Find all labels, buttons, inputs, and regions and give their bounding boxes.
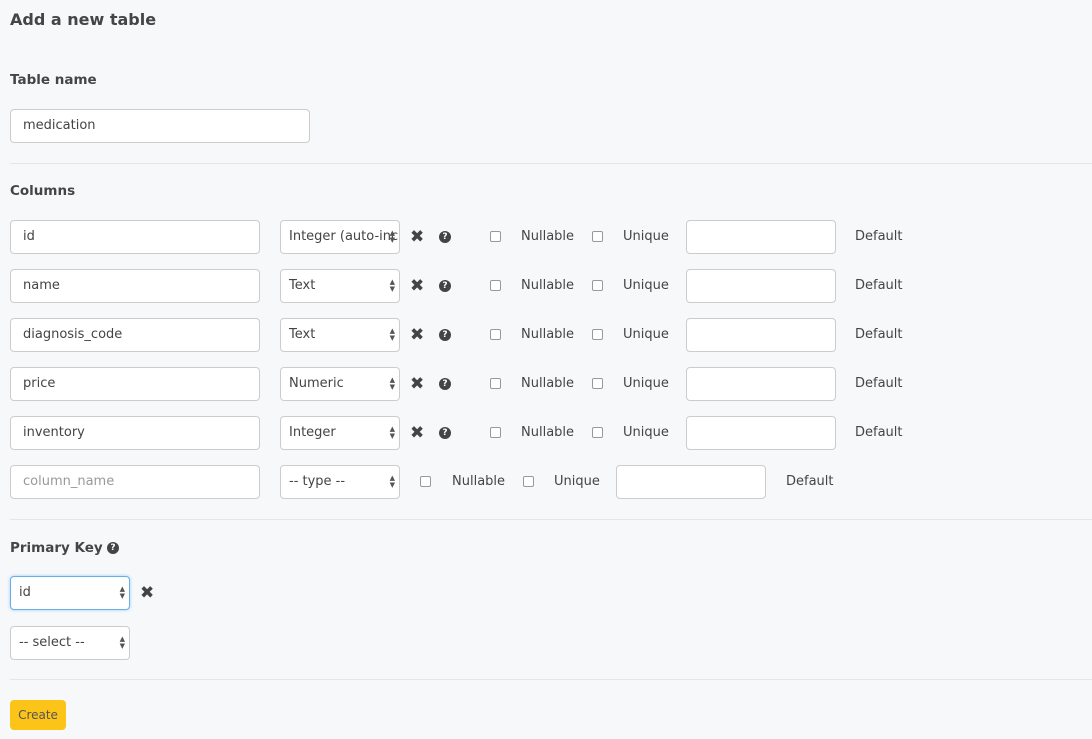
default-label: Default — [855, 376, 903, 391]
divider — [10, 679, 1092, 680]
unique-label: Unique — [623, 376, 669, 391]
select-arrows-icon: ▲ ▼ — [389, 425, 395, 440]
default-label: Default — [855, 327, 903, 342]
nullable-label: Nullable — [521, 327, 575, 342]
select-arrows-icon: ▲ ▼ — [389, 376, 395, 391]
default-input[interactable] — [686, 220, 836, 254]
nullable-label: Nullable — [521, 425, 575, 440]
nullable-label: Nullable — [521, 278, 575, 293]
type-select-value: Text — [289, 278, 316, 293]
column-name-input[interactable]: inventory — [10, 416, 260, 450]
column-type-select[interactable]: Integer (auto-increment)▲▼ — [280, 220, 400, 254]
default-input[interactable] — [686, 269, 836, 303]
default-label: Default — [855, 425, 903, 440]
select-placeholder: -- select -- — [19, 635, 85, 650]
nullable-checkbox[interactable] — [490, 427, 501, 438]
column-type-select[interactable]: Numeric ▲ ▼ — [280, 367, 400, 401]
divider — [10, 519, 1092, 520]
new-column-name-input[interactable]: column_name — [10, 465, 260, 499]
type-select-value: Integer — [289, 425, 336, 440]
nullable-label: Nullable — [521, 376, 575, 391]
default-label: Default — [855, 278, 903, 293]
default-input[interactable] — [686, 367, 836, 401]
add-primary-key-select[interactable]: -- select -- ▲ ▼ — [10, 626, 130, 660]
column-name-input[interactable]: price — [10, 367, 260, 401]
nullable-checkbox[interactable] — [490, 231, 501, 242]
type-select-value: Text — [289, 327, 316, 342]
default-label: Default — [855, 229, 903, 244]
unique-checkbox[interactable] — [592, 280, 603, 291]
help-icon[interactable]: ? — [439, 378, 451, 390]
page-title: Add a new table — [10, 10, 157, 29]
new-unique-checkbox[interactable] — [523, 476, 534, 487]
help-icon[interactable]: ? — [439, 231, 451, 243]
remove-primary-key-icon[interactable]: ✖ — [140, 585, 154, 602]
primary-key-value: id — [19, 585, 31, 600]
table-name-label: Table name — [10, 72, 97, 88]
column-type-select[interactable]: Integer ▲ ▼ — [280, 416, 400, 450]
select-arrows-icon: ▲ ▼ — [389, 229, 395, 244]
create-button[interactable]: Create — [10, 700, 66, 730]
new-nullable-checkbox[interactable] — [420, 476, 431, 487]
default-input[interactable] — [686, 416, 836, 450]
default-label: Default — [786, 474, 834, 489]
remove-column-icon[interactable]: ✖ — [410, 278, 424, 295]
select-arrows-icon: ▲ ▼ — [389, 474, 395, 489]
new-default-input[interactable] — [616, 465, 766, 499]
nullable-checkbox[interactable] — [490, 378, 501, 389]
primary-key-select[interactable]: id ▲ ▼ — [10, 576, 130, 610]
nullable-label: Nullable — [521, 229, 575, 244]
type-select-value: -- type -- — [289, 474, 346, 489]
default-input[interactable] — [686, 318, 836, 352]
select-arrows-icon: ▲ ▼ — [119, 635, 125, 650]
unique-label: Unique — [554, 474, 600, 489]
column-type-select[interactable]: Text ▲ ▼ — [280, 318, 400, 352]
type-select-value: Integer (auto-increment) — [289, 229, 399, 244]
help-icon[interactable]: ? — [439, 427, 451, 439]
remove-column-icon[interactable]: ✖ — [410, 229, 424, 246]
unique-checkbox[interactable] — [592, 427, 603, 438]
remove-column-icon[interactable]: ✖ — [410, 327, 424, 344]
nullable-checkbox[interactable] — [490, 329, 501, 340]
primary-key-label: Primary Key — [10, 540, 103, 556]
column-name-input[interactable]: id — [10, 220, 260, 254]
column-name-input[interactable]: diagnosis_code — [10, 318, 260, 352]
table-name-input[interactable]: medication — [10, 109, 310, 143]
nullable-checkbox[interactable] — [490, 280, 501, 291]
help-icon[interactable]: ? — [107, 542, 119, 554]
unique-checkbox[interactable] — [592, 329, 603, 340]
column-type-select[interactable]: Text ▲ ▼ — [280, 269, 400, 303]
unique-checkbox[interactable] — [592, 378, 603, 389]
unique-label: Unique — [623, 229, 669, 244]
type-select-value: Numeric — [289, 376, 344, 391]
new-column-type-select[interactable]: -- type -- ▲ ▼ — [280, 465, 400, 499]
remove-column-icon[interactable]: ✖ — [410, 425, 424, 442]
nullable-label: Nullable — [452, 474, 506, 489]
column-name-input[interactable]: name — [10, 269, 260, 303]
columns-label: Columns — [10, 183, 76, 199]
remove-column-icon[interactable]: ✖ — [410, 376, 424, 393]
unique-label: Unique — [623, 327, 669, 342]
select-arrows-icon: ▲ ▼ — [119, 585, 125, 600]
divider — [10, 163, 1092, 164]
help-icon[interactable]: ? — [439, 280, 451, 292]
unique-label: Unique — [623, 425, 669, 440]
help-icon[interactable]: ? — [439, 329, 451, 341]
select-arrows-icon: ▲ ▼ — [389, 327, 395, 342]
unique-checkbox[interactable] — [592, 231, 603, 242]
select-arrows-icon: ▲ ▼ — [389, 278, 395, 293]
unique-label: Unique — [623, 278, 669, 293]
